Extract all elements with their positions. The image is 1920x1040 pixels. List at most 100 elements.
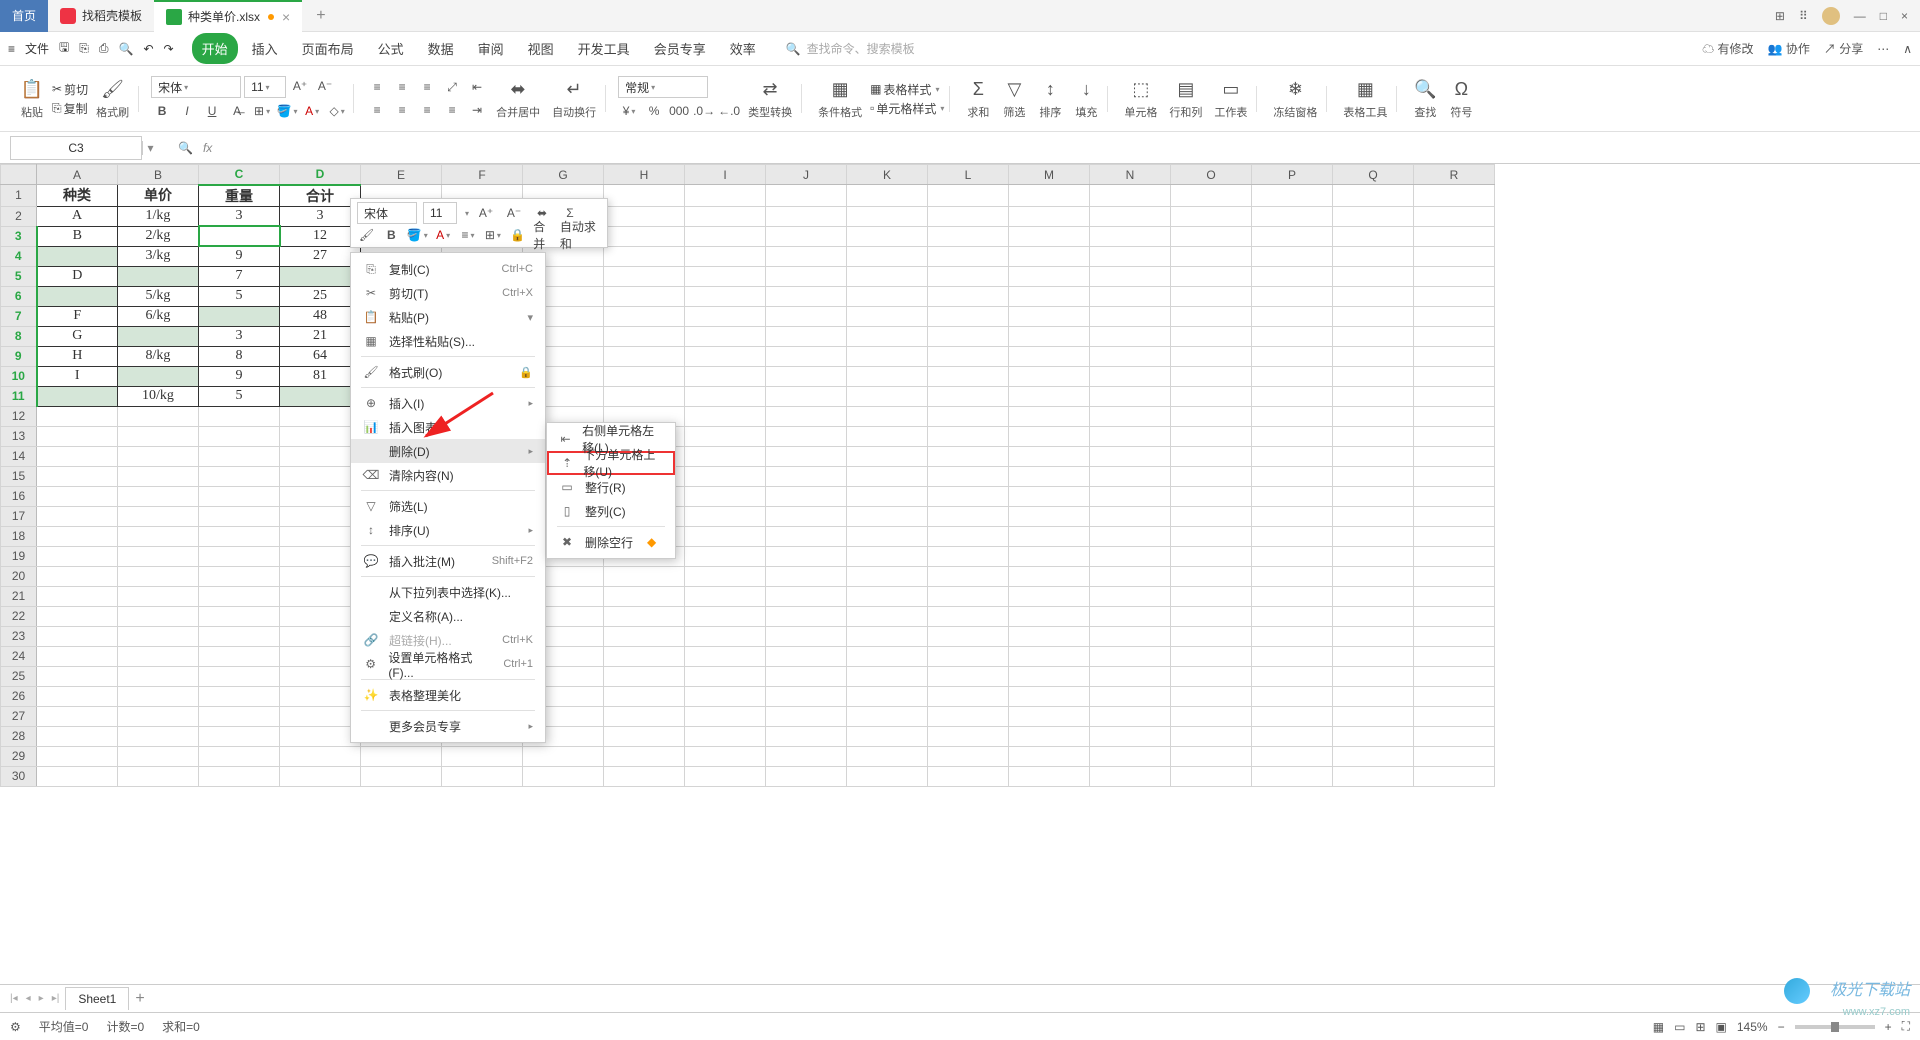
cell-Q11[interactable] <box>1333 386 1414 406</box>
cell-D28[interactable] <box>280 726 361 746</box>
cell-K24[interactable] <box>847 646 928 666</box>
cell-D5[interactable] <box>280 266 361 286</box>
menu-format-cells[interactable]: ⚙设置单元格格式(F)...Ctrl+1 <box>351 652 545 676</box>
cell-N23[interactable] <box>1090 626 1171 646</box>
cell-N4[interactable] <box>1090 246 1171 266</box>
cell-N29[interactable] <box>1090 746 1171 766</box>
cell-R20[interactable] <box>1414 566 1495 586</box>
indent-dec-icon[interactable]: ⇤ <box>466 77 488 97</box>
cell-N12[interactable] <box>1090 406 1171 426</box>
cell-O19[interactable] <box>1171 546 1252 566</box>
menu-delete[interactable]: 删除(D)▸ <box>351 439 545 463</box>
orientation-icon[interactable]: ⤢ <box>441 77 463 97</box>
cell-J17[interactable] <box>766 506 847 526</box>
cell-N6[interactable] <box>1090 286 1171 306</box>
cell-R14[interactable] <box>1414 446 1495 466</box>
cell-K25[interactable] <box>847 666 928 686</box>
cell-P13[interactable] <box>1252 426 1333 446</box>
cell-I1[interactable] <box>685 185 766 207</box>
fill-button[interactable]: ↓填充 <box>1070 78 1102 120</box>
cell-M2[interactable] <box>1009 206 1090 226</box>
menu-table-beautify[interactable]: ✨表格整理美化 <box>351 683 545 707</box>
wrap-button[interactable]: ↵自动换行 <box>548 78 600 120</box>
copy-button[interactable]: ⎘ 复制 <box>52 100 88 117</box>
cell-C10[interactable]: 9 <box>199 366 280 386</box>
cell-A12[interactable] <box>37 406 118 426</box>
paste-button[interactable]: 📋粘贴 <box>16 78 48 120</box>
cell-O5[interactable] <box>1171 266 1252 286</box>
cell-P17[interactable] <box>1252 506 1333 526</box>
cell-Q24[interactable] <box>1333 646 1414 666</box>
align-bottom-icon[interactable]: ≡ <box>416 77 438 97</box>
cell-Q1[interactable] <box>1333 185 1414 207</box>
cell-R7[interactable] <box>1414 306 1495 326</box>
row-header-16[interactable]: 16 <box>1 486 37 506</box>
share-button[interactable]: ↗ 分享 <box>1824 40 1863 57</box>
row-header-1[interactable]: 1 <box>1 185 37 207</box>
cell-N10[interactable] <box>1090 366 1171 386</box>
cell-D22[interactable] <box>280 606 361 626</box>
cell-H10[interactable] <box>604 366 685 386</box>
row-header-11[interactable]: 11 <box>1 386 37 406</box>
cell-B17[interactable] <box>118 506 199 526</box>
cell-H21[interactable] <box>604 586 685 606</box>
cell-A6[interactable] <box>37 286 118 306</box>
cell-C28[interactable] <box>199 726 280 746</box>
sheet-button[interactable]: ▭工作表 <box>1210 78 1251 120</box>
cell-L30[interactable] <box>928 766 1009 786</box>
cell-J13[interactable] <box>766 426 847 446</box>
cell-K28[interactable] <box>847 726 928 746</box>
cell-P1[interactable] <box>1252 185 1333 207</box>
cell-O14[interactable] <box>1171 446 1252 466</box>
cell-I13[interactable] <box>685 426 766 446</box>
col-header-G[interactable]: G <box>523 165 604 185</box>
name-box[interactable]: C3 <box>10 136 142 160</box>
row-header-21[interactable]: 21 <box>1 586 37 606</box>
cell-L10[interactable] <box>928 366 1009 386</box>
cell-J5[interactable] <box>766 266 847 286</box>
cell-B24[interactable] <box>118 646 199 666</box>
cell-J14[interactable] <box>766 446 847 466</box>
cell-C29[interactable] <box>199 746 280 766</box>
cell-P2[interactable] <box>1252 206 1333 226</box>
cell-N19[interactable] <box>1090 546 1171 566</box>
cell-K22[interactable] <box>847 606 928 626</box>
cell-L5[interactable] <box>928 266 1009 286</box>
cell-H22[interactable] <box>604 606 685 626</box>
row-header-25[interactable]: 25 <box>1 666 37 686</box>
cell-J9[interactable] <box>766 346 847 366</box>
cell-A13[interactable] <box>37 426 118 446</box>
tab-dev[interactable]: 开发工具 <box>568 33 640 64</box>
cell-N5[interactable] <box>1090 266 1171 286</box>
cell-I25[interactable] <box>685 666 766 686</box>
view-read-icon[interactable]: ▣ <box>1716 1020 1727 1034</box>
cell-K13[interactable] <box>847 426 928 446</box>
mini-font-name[interactable]: 宋体 <box>357 202 417 224</box>
cell-H20[interactable] <box>604 566 685 586</box>
cell-P8[interactable] <box>1252 326 1333 346</box>
cell-I15[interactable] <box>685 466 766 486</box>
cell-B26[interactable] <box>118 686 199 706</box>
cell-L19[interactable] <box>928 546 1009 566</box>
menu-filter[interactable]: ▽筛选(L) <box>351 494 545 518</box>
cell-I20[interactable] <box>685 566 766 586</box>
cell-N17[interactable] <box>1090 506 1171 526</box>
command-search[interactable]: 🔍 查找命令、搜索模板 <box>786 40 915 57</box>
cell-N26[interactable] <box>1090 686 1171 706</box>
cell-A4[interactable] <box>37 246 118 266</box>
cell-P22[interactable] <box>1252 606 1333 626</box>
tab-layout[interactable]: 页面布局 <box>292 33 364 64</box>
collapse-ribbon-icon[interactable]: ∧ <box>1903 42 1912 56</box>
col-header-L[interactable]: L <box>928 165 1009 185</box>
cell-H8[interactable] <box>604 326 685 346</box>
sum-button[interactable]: Σ求和 <box>962 78 994 120</box>
cell-N20[interactable] <box>1090 566 1171 586</box>
cell-O21[interactable] <box>1171 586 1252 606</box>
cell-C9[interactable]: 8 <box>199 346 280 366</box>
cell-C6[interactable]: 5 <box>199 286 280 306</box>
cell-C11[interactable]: 5 <box>199 386 280 406</box>
cell-R25[interactable] <box>1414 666 1495 686</box>
cell-I18[interactable] <box>685 526 766 546</box>
cell-N7[interactable] <box>1090 306 1171 326</box>
cell-O25[interactable] <box>1171 666 1252 686</box>
